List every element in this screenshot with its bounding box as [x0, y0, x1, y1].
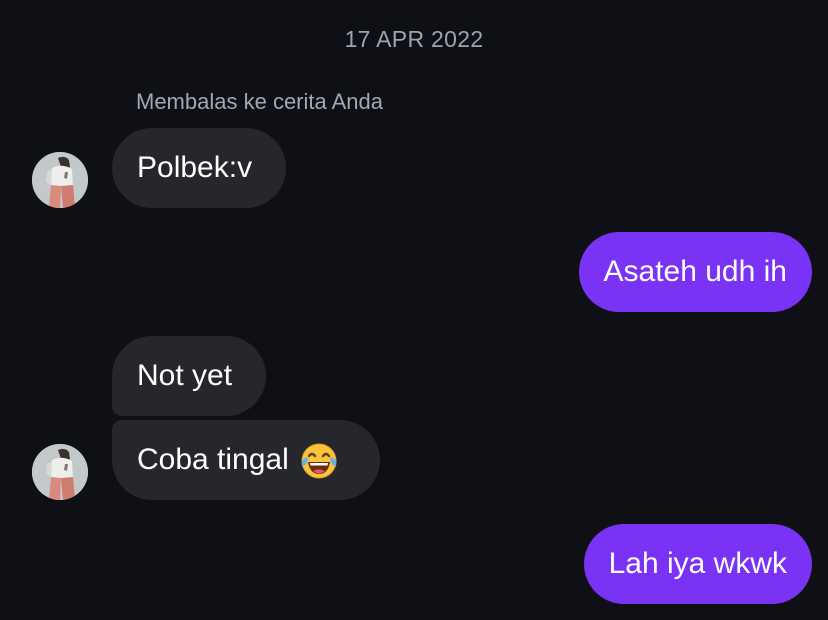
message-bubble-incoming[interactable]: Not yet [112, 336, 266, 416]
chat-thread[interactable]: 17 APR 2022 Membalas ke cerita Anda Polb… [0, 0, 828, 620]
avatar[interactable] [32, 444, 88, 500]
avatar[interactable] [32, 152, 88, 208]
story-reply-label: Membalas ke cerita Anda [136, 89, 384, 114]
message-text: Not yet [137, 359, 233, 392]
message-bubble-outgoing[interactable]: Lah iya wkwk [583, 524, 812, 604]
message-text: Lah iya wkwk [608, 547, 787, 580]
message-text: Polbek:v [137, 151, 253, 184]
date-separator: 17 APR 2022 [344, 26, 484, 52]
profile-photo-icon [32, 152, 88, 208]
message-bubble-incoming[interactable]: Polbek:v [112, 128, 286, 208]
profile-photo-icon [32, 444, 88, 500]
message-bubble-incoming[interactable]: Coba tingal [112, 420, 380, 500]
face-with-tears-of-joy-icon [299, 440, 339, 480]
message-text: Coba tingal [137, 443, 289, 476]
message-text: Asateh udh ih [603, 255, 787, 288]
message-bubble-outgoing[interactable]: Asateh udh ih [578, 232, 812, 312]
